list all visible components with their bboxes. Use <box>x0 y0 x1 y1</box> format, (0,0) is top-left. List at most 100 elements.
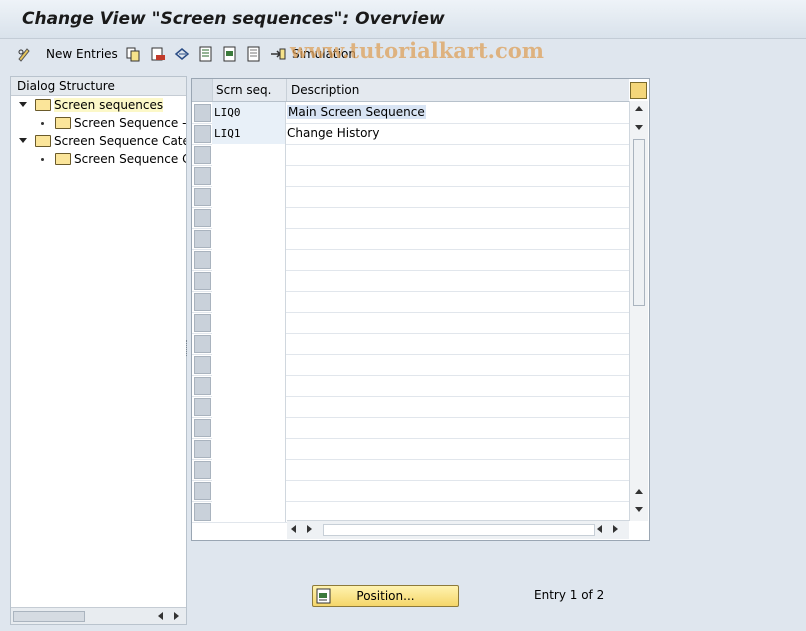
row-selector[interactable] <box>194 314 211 332</box>
toggle-display-change-button[interactable] <box>16 44 32 64</box>
cell-scrn-seq[interactable] <box>212 228 286 249</box>
cell-scrn-seq[interactable] <box>212 396 286 417</box>
scroll-up-icon[interactable] <box>635 106 643 111</box>
row-selector[interactable] <box>194 503 211 521</box>
cell-scrn-seq[interactable] <box>212 270 286 291</box>
row-selector[interactable] <box>194 356 211 374</box>
select-block-button[interactable] <box>222 44 238 64</box>
scroll-thumb[interactable] <box>633 139 645 306</box>
scroll-right-icon[interactable] <box>174 612 179 620</box>
cell-description[interactable] <box>287 333 629 354</box>
row-selector[interactable] <box>194 377 211 395</box>
dialog-structure-panel: Dialog Structure Screen sequences Screen… <box>10 76 187 625</box>
cell-description[interactable] <box>287 249 629 270</box>
cell-scrn-seq[interactable]: LIQ0 <box>212 102 286 123</box>
deselect-all-button[interactable] <box>246 44 262 64</box>
table-vscrollbar[interactable] <box>629 101 648 521</box>
select-all-button[interactable] <box>198 44 214 64</box>
row-selector[interactable] <box>194 272 211 290</box>
row-selector[interactable] <box>194 125 211 143</box>
cell-description[interactable] <box>287 354 629 375</box>
cell-description[interactable]: Main Screen Sequence <box>287 102 629 123</box>
cell-description[interactable] <box>287 291 629 312</box>
cell-description[interactable] <box>287 270 629 291</box>
scroll-left-icon[interactable] <box>597 525 602 533</box>
cell-description[interactable] <box>287 417 629 438</box>
column-settings-icon[interactable] <box>630 82 647 99</box>
cell-description[interactable] <box>287 144 629 165</box>
expand-triangle-icon[interactable] <box>19 138 27 143</box>
copy-as-button[interactable] <box>125 44 141 64</box>
cell-description[interactable] <box>287 207 629 228</box>
cell-description[interactable]: Change History <box>287 123 629 144</box>
cell-description[interactable] <box>287 312 629 333</box>
page-down-icon[interactable] <box>635 125 643 130</box>
cell-description[interactable] <box>287 438 629 459</box>
copy-icon <box>126 47 140 62</box>
tree-item-screen-sequence-sub[interactable]: Screen Sequence -> <box>11 114 186 132</box>
cell-description[interactable] <box>287 396 629 417</box>
new-entries-button[interactable]: New Entries <box>46 44 118 64</box>
cell-scrn-seq[interactable] <box>212 354 286 375</box>
table-row <box>192 291 629 313</box>
position-button[interactable]: Position... <box>312 585 459 607</box>
row-selector[interactable] <box>194 251 211 269</box>
column-header-scrn-seq[interactable]: Scrn seq. <box>212 79 287 101</box>
cell-scrn-seq[interactable] <box>212 207 286 228</box>
scroll-thumb[interactable] <box>323 524 595 536</box>
scroll-left-icon[interactable] <box>291 525 296 533</box>
cell-scrn-seq[interactable] <box>212 249 286 270</box>
scroll-left-icon[interactable] <box>158 612 163 620</box>
row-selector[interactable] <box>194 419 211 437</box>
cell-description[interactable] <box>287 501 629 522</box>
simulation-button[interactable]: Simulation <box>270 44 356 64</box>
undo-change-button[interactable] <box>174 44 190 64</box>
cell-scrn-seq[interactable] <box>212 333 286 354</box>
row-selector[interactable] <box>194 104 211 122</box>
cell-scrn-seq[interactable] <box>212 501 286 522</box>
cell-scrn-seq[interactable]: LIQ1 <box>212 123 286 144</box>
row-selector[interactable] <box>194 146 211 164</box>
dialog-structure-hscrollbar[interactable] <box>11 607 186 624</box>
row-selector[interactable] <box>194 230 211 248</box>
page-up-icon[interactable] <box>635 489 643 494</box>
row-selector[interactable] <box>194 461 211 479</box>
row-selector[interactable] <box>194 482 211 500</box>
panel-splitter[interactable] <box>186 340 189 356</box>
select-all-rows-cell[interactable] <box>192 79 213 101</box>
table-hscrollbar[interactable] <box>287 520 629 539</box>
cell-scrn-seq[interactable] <box>212 417 286 438</box>
row-selector[interactable] <box>194 293 211 311</box>
tree-item-screen-sequence-categ[interactable]: Screen Sequence Categ <box>11 132 186 150</box>
scroll-down-icon[interactable] <box>635 507 643 512</box>
scroll-right-icon[interactable] <box>307 525 312 533</box>
row-selector[interactable] <box>194 440 211 458</box>
cell-description[interactable] <box>287 228 629 249</box>
row-selector[interactable] <box>194 335 211 353</box>
expand-triangle-icon[interactable] <box>19 102 27 107</box>
cell-description[interactable] <box>287 165 629 186</box>
row-selector[interactable] <box>194 209 211 227</box>
cell-scrn-seq[interactable] <box>212 144 286 165</box>
scroll-thumb[interactable] <box>13 611 85 622</box>
row-selector[interactable] <box>194 167 211 185</box>
cell-scrn-seq[interactable] <box>212 291 286 312</box>
cell-description[interactable] <box>287 375 629 396</box>
tree-item-screen-sequence-ca[interactable]: Screen Sequence Ca <box>11 150 186 168</box>
column-header-description[interactable]: Description <box>287 79 629 101</box>
cell-scrn-seq[interactable] <box>212 312 286 333</box>
scroll-right-icon[interactable] <box>613 525 618 533</box>
tree-item-screen-sequences[interactable]: Screen sequences <box>11 96 186 114</box>
cell-scrn-seq[interactable] <box>212 459 286 480</box>
cell-description[interactable] <box>287 480 629 501</box>
cell-scrn-seq[interactable] <box>212 375 286 396</box>
cell-scrn-seq[interactable] <box>212 186 286 207</box>
row-selector[interactable] <box>194 188 211 206</box>
cell-description[interactable] <box>287 459 629 480</box>
cell-scrn-seq[interactable] <box>212 480 286 501</box>
cell-scrn-seq[interactable] <box>212 165 286 186</box>
row-selector[interactable] <box>194 398 211 416</box>
cell-scrn-seq[interactable] <box>212 438 286 459</box>
delete-button[interactable] <box>150 44 166 64</box>
cell-description[interactable] <box>287 186 629 207</box>
